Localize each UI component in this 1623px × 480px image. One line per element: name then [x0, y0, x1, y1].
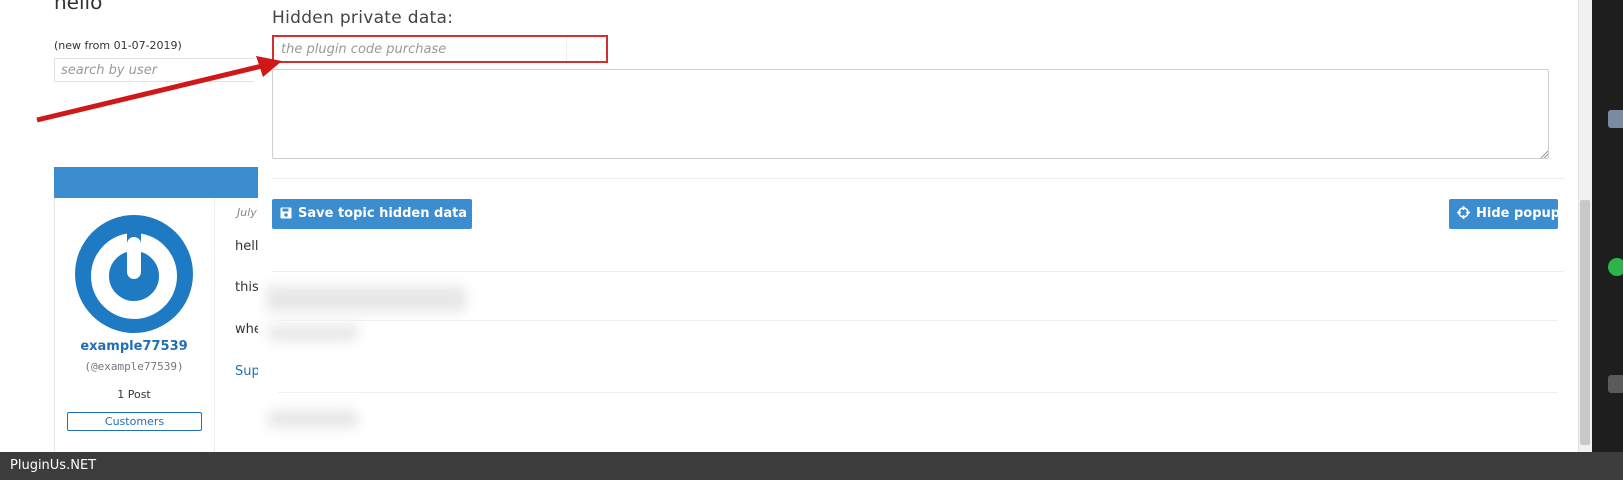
author-name[interactable]: example77539: [54, 339, 214, 354]
blurred-content: [268, 410, 358, 428]
resize-grip-icon[interactable]: [1540, 150, 1548, 158]
popup-title: Hidden private data:: [272, 8, 454, 28]
scrollbar-thumb[interactable]: [1580, 200, 1590, 445]
blurred-content: [268, 325, 358, 341]
post-support-link[interactable]: Sup: [235, 364, 260, 379]
post-text-line: this: [235, 280, 259, 295]
hidden-data-popup: Hidden private data: the plugin code pur…: [258, 0, 1579, 452]
avatar[interactable]: [75, 215, 193, 333]
blurred-row-divider: [278, 392, 1558, 393]
hidden-data-textarea[interactable]: [272, 69, 1549, 159]
popup-divider: [272, 271, 1564, 272]
save-hidden-data-button[interactable]: Save topic hidden data: [272, 199, 472, 229]
desktop-shortcut-icon[interactable]: [1608, 110, 1623, 128]
hide-button-label: Hide popup: [1476, 206, 1561, 221]
forum-heading: hello: [54, 0, 103, 14]
desktop-shortcut-icon[interactable]: [1608, 375, 1623, 393]
site-label[interactable]: PluginUs.NET: [10, 458, 96, 473]
author-handle: (@example77539): [84, 360, 184, 373]
post-date: July: [237, 206, 257, 219]
floppy-disk-icon: [280, 207, 292, 218]
hide-popup-button[interactable]: Hide popup: [1449, 199, 1561, 229]
crosshair-icon: [1457, 206, 1470, 219]
popup-divider: [272, 178, 1564, 179]
bottom-status-bar: PluginUs.NET: [0, 452, 1623, 480]
author-post-count: 1 Post: [117, 388, 151, 401]
topic-header-bar: [54, 167, 260, 198]
new-from-label: (new from 01-07-2019): [54, 39, 182, 52]
author-role-badge[interactable]: Customers: [67, 412, 202, 431]
desktop-shortcut-icon[interactable]: [1608, 258, 1623, 276]
plugin-code-input[interactable]: the plugin code purchase: [272, 35, 608, 63]
save-button-label: Save topic hidden data: [298, 206, 468, 221]
post-text-line: hell: [235, 239, 259, 254]
blurred-content: [266, 286, 466, 312]
blurred-row-divider: [278, 320, 1558, 321]
search-by-user-input[interactable]: search by user: [54, 58, 254, 82]
